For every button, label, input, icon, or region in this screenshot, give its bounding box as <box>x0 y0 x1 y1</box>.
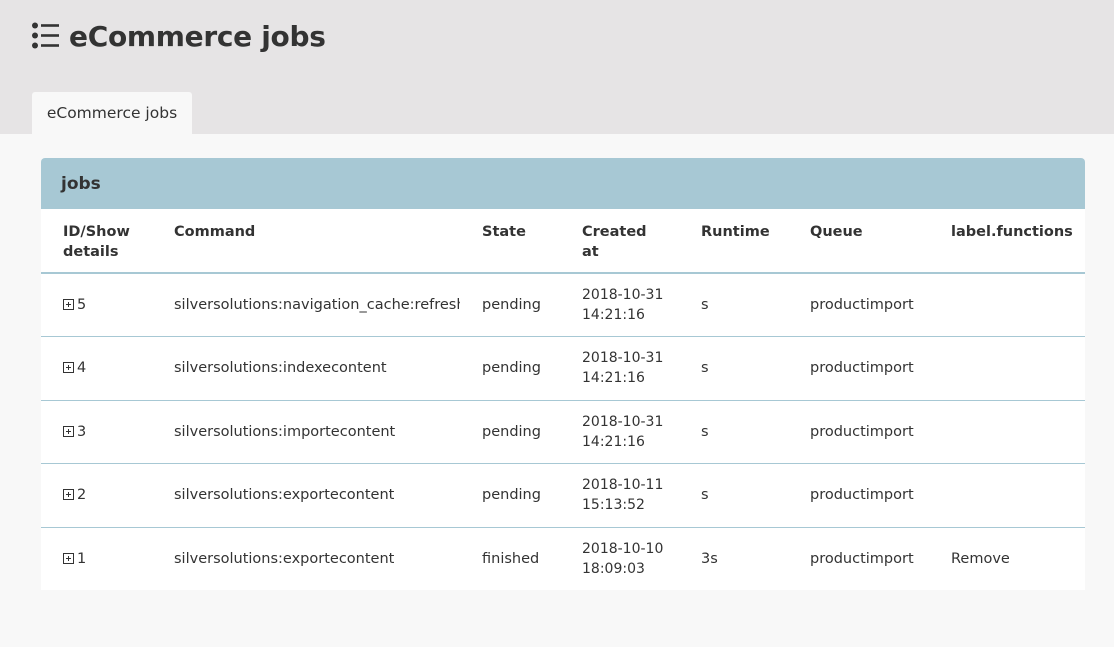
cell-state: pending <box>460 273 560 337</box>
cell-id: 1 <box>41 527 163 591</box>
cell-queue: productimport <box>788 273 929 337</box>
job-id[interactable]: 1 <box>77 551 86 567</box>
cell-created: 2018-10-31 14:21:16 <box>560 400 679 464</box>
cell-id: 2 <box>41 463 163 528</box>
cell-functions <box>929 336 1085 401</box>
table-row: 3 silversolutions:importecontent pending… <box>41 400 1085 464</box>
cell-command: silversolutions:exportecontent <box>174 551 395 567</box>
cell-created: 2018-10-11 15:13:52 <box>560 463 679 528</box>
table-header-row: ID/Show details Command State Created at… <box>41 209 1085 274</box>
cell-command: silversolutions:navigation_cache:refresh <box>163 273 460 337</box>
cell-created: 2018-10-31 14:21:16 <box>560 336 679 401</box>
table-row: 5 silversolutions:navigation_cache:refre… <box>41 273 1085 337</box>
cell-functions <box>929 400 1085 464</box>
panel-title: jobs <box>41 158 1085 209</box>
cell-runtime: s <box>679 336 788 401</box>
cell-command: silversolutions:exportecontent <box>163 463 460 528</box>
column-header-state: State <box>460 209 560 274</box>
column-header-command: Command <box>163 209 460 274</box>
list-icon <box>32 22 59 49</box>
page-header: eCommerce jobs eCommerce jobs <box>0 0 1114 134</box>
job-id[interactable]: 2 <box>77 487 86 503</box>
created-date: 2018-10-31 <box>582 413 664 430</box>
column-header-created: Created at <box>560 209 679 274</box>
cell-queue: productimport <box>788 336 929 401</box>
cell-id: 5 <box>41 273 163 337</box>
cell-queue: productimport <box>788 463 929 528</box>
created-time: 14:21:16 <box>582 433 645 450</box>
job-id[interactable]: 3 <box>77 424 86 440</box>
cell-command: silversolutions:indexecontent <box>163 336 460 401</box>
column-header-functions: label.functions <box>929 209 1085 274</box>
cell-queue: productimport <box>788 400 929 464</box>
created-date: 2018-10-31 <box>582 287 664 303</box>
table-row: 1 silversolutions:exportecontent finishe… <box>41 527 1085 591</box>
cell-queue: productimport <box>810 551 914 567</box>
remove-link[interactable]: Remove <box>951 551 1010 567</box>
show-details-toggle[interactable]: 4 <box>63 360 86 376</box>
plus-square-icon[interactable] <box>63 489 74 501</box>
plus-square-icon[interactable] <box>63 362 74 374</box>
created-date: 2018-10-11 <box>582 477 664 494</box>
created-time: 14:21:16 <box>582 307 645 323</box>
job-id[interactable]: 5 <box>77 297 86 313</box>
cell-id: 3 <box>41 400 163 464</box>
cell-id: 4 <box>41 336 163 401</box>
plus-square-icon[interactable] <box>63 299 74 310</box>
tab-ecommerce-jobs[interactable]: eCommerce jobs <box>32 92 192 134</box>
cell-created: 2018-10-31 14:21:16 <box>560 273 679 337</box>
cell-state: pending <box>460 400 560 464</box>
show-details-toggle[interactable]: 1 <box>63 551 86 567</box>
created-date: 2018-10-10 <box>582 541 664 557</box>
job-id[interactable]: 4 <box>77 360 86 376</box>
cell-state: finished <box>482 551 540 567</box>
cell-command: silversolutions:importecontent <box>163 400 460 464</box>
cell-state: pending <box>460 336 560 401</box>
created-date: 2018-10-31 <box>582 350 664 367</box>
page-title: eCommerce jobs <box>69 19 326 53</box>
cell-runtime: s <box>679 273 788 337</box>
created-time: 18:09:03 <box>582 561 645 577</box>
cell-runtime: 3s <box>701 551 718 567</box>
created-time: 14:21:16 <box>582 370 645 387</box>
cell-functions <box>929 273 1085 337</box>
jobs-table: ID/Show details Command State Created at… <box>41 209 1085 591</box>
title-row: eCommerce jobs <box>31 14 326 58</box>
table-row: 4 silversolutions:indexecontent pending … <box>41 336 1085 401</box>
plus-square-icon[interactable] <box>63 425 74 437</box>
jobs-panel: jobs ID/Show details Command State Creat… <box>41 158 1085 590</box>
show-details-toggle[interactable]: 5 <box>63 297 86 313</box>
cell-state: pending <box>460 463 560 528</box>
column-header-id: ID/Show details <box>41 209 163 274</box>
cell-functions: Remove <box>929 527 1085 591</box>
show-details-toggle[interactable]: 2 <box>63 487 86 503</box>
cell-created: 2018-10-10 18:09:03 <box>560 527 679 591</box>
table-row: 2 silversolutions:exportecontent pending… <box>41 463 1085 528</box>
cell-runtime: s <box>679 400 788 464</box>
cell-runtime: s <box>679 463 788 528</box>
column-header-runtime: Runtime <box>679 209 788 274</box>
plus-square-icon[interactable] <box>63 553 74 564</box>
cell-functions <box>929 463 1085 528</box>
created-time: 15:13:52 <box>582 497 645 514</box>
column-header-queue: Queue <box>788 209 929 274</box>
show-details-toggle[interactable]: 3 <box>63 424 86 440</box>
